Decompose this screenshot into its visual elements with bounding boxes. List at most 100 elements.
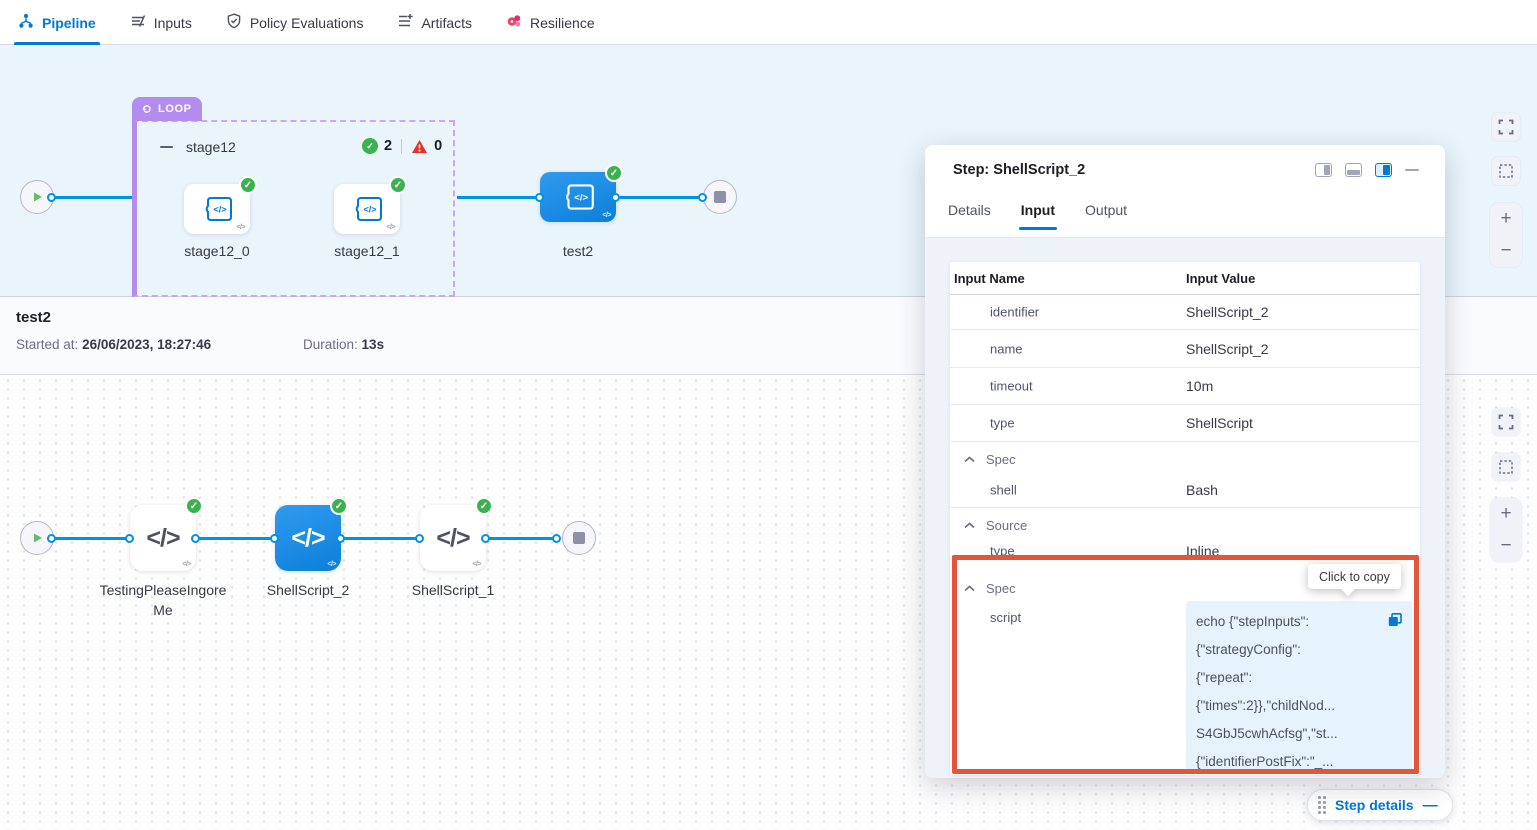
input-table: Input Name Input Value identifier ShellS… (950, 262, 1420, 775)
error-warning-icon (411, 139, 428, 154)
zoom-out-button[interactable]: − (1490, 530, 1522, 562)
chevron-up-icon (964, 456, 975, 463)
fullscreen-button[interactable] (1492, 113, 1520, 141)
code-type-icon: </> (386, 224, 395, 231)
loop-icon (140, 103, 153, 115)
collapse-stage-icon[interactable] (160, 141, 173, 154)
step-label: ShellScript_1 (388, 580, 518, 600)
step-details-button[interactable]: Step details — (1307, 789, 1453, 821)
shellscript-step-icon: </> (291, 524, 324, 553)
marquee-select-icon (1498, 459, 1514, 475)
row-name: type (990, 416, 1015, 431)
loop-badge-label: LOOP (158, 103, 192, 115)
layout-split-right-icon[interactable] (1315, 163, 1332, 177)
stop-icon (714, 191, 726, 203)
script-line: echo {"stepInputs": (1196, 608, 1402, 636)
run-started-at: Started at: 26/06/2023, 18:27:46 (16, 337, 211, 352)
copy-icon[interactable] (1387, 610, 1403, 638)
section-title: Source (986, 518, 1027, 533)
connector-dot (415, 534, 424, 543)
fullscreen-button[interactable] (1492, 408, 1520, 436)
tab-output[interactable]: Output (1085, 202, 1127, 230)
step-node-shellscript-1[interactable]: </> ✓ </> (420, 505, 486, 571)
section-title: Spec (986, 581, 1016, 596)
zoom-controls: + − (1490, 203, 1522, 267)
tab-details[interactable]: Details (948, 202, 991, 230)
section-spec[interactable]: Spec (950, 446, 1420, 472)
script-line: {"strategyConfig": (1196, 636, 1402, 664)
panel-title: Step: ShellScript_2 (953, 162, 1085, 178)
zoom-controls: + − (1490, 498, 1522, 562)
step-label: ShellScript_2 (243, 580, 373, 600)
tab-policy-evaluations-label: Policy Evaluations (250, 15, 364, 31)
started-at-label: Started at: (16, 337, 78, 352)
tab-pipeline-label: Pipeline (42, 15, 96, 31)
panel-header: Step: ShellScript_2 Details Input Output (925, 145, 1445, 238)
step-node-stage12-1[interactable]: </> ✓ </> (334, 184, 400, 234)
tab-artifacts[interactable]: Artifacts (397, 1, 472, 45)
tab-pipeline[interactable]: Pipeline (18, 1, 96, 45)
marquee-select-button[interactable] (1492, 157, 1520, 185)
pipeline-end-node (703, 180, 737, 214)
step-node-stage12-0[interactable]: </> ✓ </> (184, 184, 250, 234)
run-title: test2 (16, 309, 51, 326)
status-success-badge: ✓ (475, 497, 493, 515)
resilience-icon (506, 13, 522, 32)
row-name: shell (990, 482, 1017, 497)
edge-start-to-loop (53, 196, 132, 199)
code-type-icon: </> (182, 561, 191, 568)
stage-header: stage12 (160, 139, 236, 155)
duration-value: 13s (362, 337, 385, 352)
section-source[interactable]: Source (950, 512, 1420, 538)
step-node-shellscript-2-selected[interactable]: </> ✓ </> (275, 505, 341, 571)
marquee-select-button[interactable] (1492, 453, 1520, 481)
shellscript-step-icon: </> (146, 524, 179, 553)
edge (343, 537, 419, 540)
minimize-panel-icon[interactable] (1405, 169, 1419, 172)
row-value: ShellScript_2 (1186, 304, 1269, 320)
stage-name[interactable]: stage12 (186, 139, 236, 155)
marquee-select-icon (1498, 163, 1514, 179)
script-line: {"identifierPostFix":"_... (1196, 748, 1402, 776)
edge (488, 537, 557, 540)
zoom-out-button[interactable]: − (1490, 235, 1522, 267)
duration-label: Duration: (303, 337, 358, 352)
tab-policy-evaluations[interactable]: Policy Evaluations (226, 1, 364, 45)
script-line: {"repeat": (1196, 664, 1402, 692)
zoom-in-button[interactable]: + (1490, 203, 1522, 235)
panel-layout-controls (1315, 163, 1419, 177)
row-value: Bash (1186, 482, 1218, 498)
layout-split-bottom-icon[interactable] (1345, 163, 1362, 177)
chevron-up-icon (964, 585, 975, 592)
stage-status-counts: ✓ 2 0 (362, 138, 442, 154)
connector-dot (47, 534, 56, 543)
count-divider (401, 139, 402, 154)
status-success-badge: ✓ (389, 176, 407, 194)
code-type-icon: </> (327, 561, 336, 568)
selected-step-label: test2 (513, 241, 643, 261)
step-node-test2-selected[interactable]: </> ✓ </> (540, 172, 616, 222)
play-icon (30, 190, 44, 204)
step-node-testingpleaseingoreme[interactable]: </> ✓ </> (130, 505, 196, 571)
tab-input[interactable]: Input (1021, 202, 1055, 230)
layout-right-drawer-active-icon[interactable] (1375, 163, 1392, 177)
section-title: Spec (986, 452, 1016, 467)
tab-inputs[interactable]: Inputs (130, 1, 192, 45)
table-row: name ShellScript_2 (950, 330, 1420, 368)
step-label: TestingPleaseIngoreMe (98, 580, 228, 620)
zoom-in-button[interactable]: + (1490, 498, 1522, 530)
tab-resilience[interactable]: Resilience (506, 1, 595, 45)
row-name: type (990, 544, 1015, 559)
row-name: identifier (990, 305, 1039, 320)
row-value: Inline (1186, 543, 1219, 559)
connector-dot (698, 193, 707, 202)
top-nav: Pipeline Inputs Policy Evaluations Artif… (0, 0, 1537, 45)
table-row: timeout 10m (950, 368, 1420, 405)
edge-loop-to-test2 (457, 196, 540, 199)
row-value: ShellScript_2 (1186, 341, 1269, 357)
connector-dot (611, 193, 620, 202)
script-value-copy-area[interactable]: echo {"stepInputs": {"strategyConfig": {… (1186, 601, 1412, 771)
template-step-icon: </> (349, 195, 385, 223)
loop-badge: LOOP (132, 97, 202, 121)
success-count: 2 (384, 138, 392, 154)
